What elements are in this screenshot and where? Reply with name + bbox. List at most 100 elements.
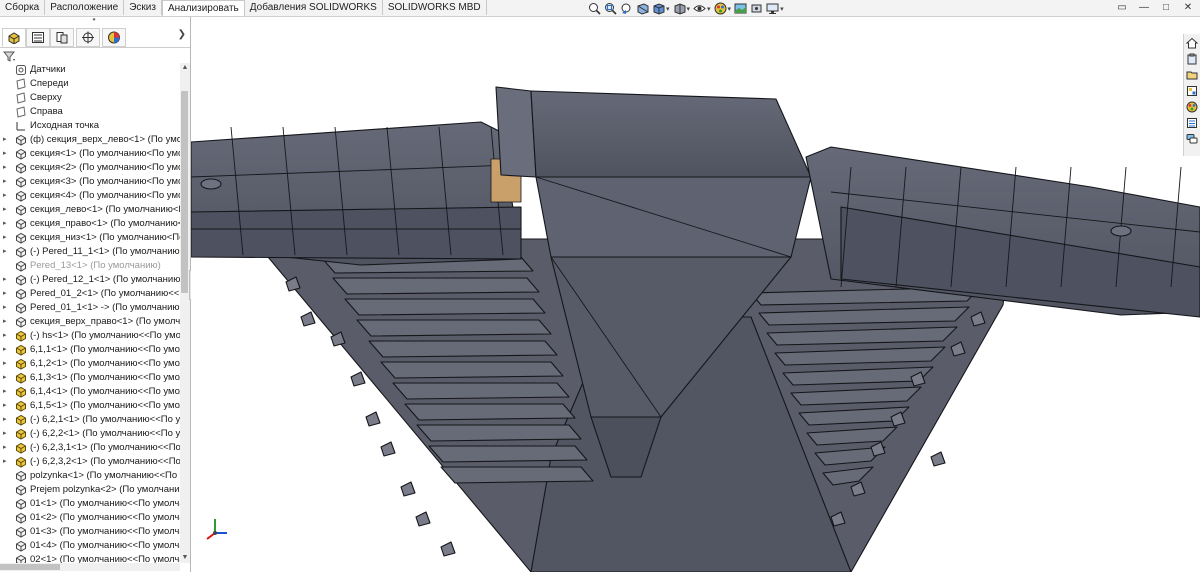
featuremanager-tree-icon[interactable] [2, 28, 26, 47]
tree-item[interactable]: 01<2> (По умолчанию<<По умолчанию> [0, 511, 180, 525]
tree-item[interactable]: ▸ секция_лево<1> (По умолчанию<По умол [0, 203, 180, 217]
expand-arrow-icon[interactable]: ▸ [3, 455, 11, 469]
expand-arrow-icon[interactable]: ▸ [3, 427, 11, 441]
tree-item[interactable]: ▸ 6,1,4<1> (По умолчанию<<По умолчани [0, 385, 180, 399]
tree-item[interactable]: ▸ 6,1,2<1> (По умолчанию<<По умолчани [0, 357, 180, 371]
tree-item[interactable]: Исходная точка [0, 119, 180, 133]
tree-item[interactable]: Сверху [0, 91, 180, 105]
tree-item[interactable]: ▸ (-) 6,2,3,2<1> (По умолчанию<<По умол [0, 455, 180, 469]
apply-scene-icon[interactable] [734, 2, 747, 15]
expand-arrow-icon[interactable]: ▸ [3, 273, 11, 287]
tree-item[interactable]: ▸ 6,1,3<1> (По умолчанию<<По умолчани [0, 371, 180, 385]
home-icon[interactable] [1186, 37, 1198, 49]
tree-item[interactable]: ▸ (-) 6,2,2<1> (По умолчанию<<По умолча [0, 427, 180, 441]
dropdown-caret-icon[interactable]: ▾ [687, 5, 691, 13]
command-tab[interactable]: Расположение [45, 0, 125, 15]
restore-window-icon[interactable]: ▭ [1116, 2, 1128, 14]
edit-appearance-icon[interactable] [714, 2, 727, 15]
command-tab[interactable]: Эскиз [124, 0, 162, 15]
tree-item[interactable]: ▸ (-) Pered_11_1<1> (По умолчанию<<По ум [0, 245, 180, 259]
close-icon[interactable]: ✕ [1182, 2, 1194, 14]
expand-arrow-icon[interactable]: ▸ [3, 399, 11, 413]
graphics-area[interactable] [191, 17, 1200, 572]
tree-item[interactable]: Prejem polzynka<2> (По умолчанию<<По [0, 483, 180, 497]
tree-horizontal-scrollbar[interactable] [0, 563, 180, 571]
panel-tabs-more-icon[interactable]: ❯ [178, 29, 186, 40]
view-orientation-icon[interactable] [652, 2, 665, 15]
tree-item[interactable]: ▸ (ф) секция_верх_лево<1> (По умолчанию [0, 133, 180, 147]
expand-arrow-icon[interactable]: ▸ [3, 231, 11, 245]
zoom-to-area-icon[interactable] [604, 2, 617, 15]
filter-icon[interactable] [3, 50, 16, 63]
propertymanager-icon[interactable] [26, 28, 50, 47]
expand-arrow-icon[interactable]: ▸ [3, 329, 11, 343]
view-palette-icon[interactable] [1186, 85, 1198, 97]
tree-item[interactable]: Спереди [0, 77, 180, 91]
tree-item[interactable]: polzynka<1> (По умолчанию<<По умолча [0, 469, 180, 483]
horizontal-scrollbar-thumb[interactable] [0, 564, 60, 570]
expand-arrow-icon[interactable]: ▸ [3, 343, 11, 357]
tree-item[interactable]: ▸ (-) hs<1> (По умолчанию<<По умолчани [0, 329, 180, 343]
expand-arrow-icon[interactable]: ▸ [3, 315, 11, 329]
assembly-model-view[interactable] [191, 17, 1200, 572]
tree-item[interactable]: ▸ секция<3> (По умолчанию<По умолчани [0, 175, 180, 189]
minimize-icon[interactable]: — [1138, 2, 1150, 14]
maximize-icon[interactable]: □ [1160, 2, 1172, 14]
tree-item[interactable]: ▸ секция_верх_право<1> (По умолчанию<Г [0, 315, 180, 329]
section-view-icon[interactable] [636, 2, 649, 15]
expand-arrow-icon[interactable]: ▸ [3, 357, 11, 371]
tree-item[interactable]: ▸ Pered_01_2<1> (По умолчанию<<По умо [0, 287, 180, 301]
tree-item[interactable]: ▸ Pered_01_1<1> -> (По умолчанию<<По ум [0, 301, 180, 315]
tree-item[interactable]: Датчики [0, 63, 180, 77]
tree-item[interactable]: Pered_13<1> (По умолчанию) [0, 259, 180, 273]
expand-arrow-icon[interactable]: ▸ [3, 217, 11, 231]
tree-item[interactable]: ▸ секция<2> (По умолчанию<По умолчани [0, 161, 180, 175]
display-monitor-icon[interactable] [766, 2, 779, 15]
expand-arrow-icon[interactable]: ▸ [3, 301, 11, 315]
configurationmanager-icon[interactable] [50, 28, 74, 47]
dropdown-caret-icon[interactable]: ▾ [707, 5, 711, 13]
expand-arrow-icon[interactable]: ▸ [3, 287, 11, 301]
tree-item[interactable]: ▸ 6,1,1<1> (По умолчанию<<По умолчани [0, 343, 180, 357]
previous-view-icon[interactable] [620, 2, 633, 15]
tree-item[interactable]: ▸ (-) 6,2,1<1> (По умолчанию<<По умолча [0, 413, 180, 427]
tree-item[interactable]: Справа [0, 105, 180, 119]
tree-item[interactable]: ▸ секция_низ<1> (По умолчанию<По умолч [0, 231, 180, 245]
expand-arrow-icon[interactable]: ▸ [3, 245, 11, 259]
tree-item[interactable]: 01<4> (По умолчанию<<По умолчанию> [0, 539, 180, 553]
tree-item[interactable]: 01<1> (По умолчанию<<По умолчанию> [0, 497, 180, 511]
tree-item[interactable]: 02<1> (По умолчанию<<По умолчанию> [0, 553, 180, 563]
tree-item[interactable]: 01<3> (По умолчанию<<По умолчанию> [0, 525, 180, 539]
scroll-up-icon[interactable]: ▲ [181, 64, 189, 72]
solidworks-forum-icon[interactable] [1186, 133, 1198, 145]
design-library-icon[interactable] [1186, 53, 1198, 65]
expand-arrow-icon[interactable]: ▸ [3, 161, 11, 175]
dimxpertmanager-icon[interactable] [76, 28, 100, 47]
expand-arrow-icon[interactable]: ▸ [3, 441, 11, 455]
expand-arrow-icon[interactable]: ▸ [3, 133, 11, 147]
tree-item[interactable]: ▸ (-) 6,2,3,1<1> (По умолчанию<<По умол [0, 441, 180, 455]
zoom-to-fit-icon[interactable] [588, 2, 601, 15]
dropdown-caret-icon[interactable]: ▾ [728, 5, 732, 13]
dropdown-caret-icon[interactable]: ▾ [666, 5, 670, 13]
displaymanager-icon[interactable] [102, 28, 126, 47]
tree-item[interactable]: ▸ секция<1> (По умолчанию<По умолчани [0, 147, 180, 161]
command-tab[interactable]: Добавления SOLIDWORKS [244, 0, 383, 15]
custom-properties-icon[interactable] [1186, 117, 1198, 129]
display-style-icon[interactable] [673, 2, 686, 15]
expand-arrow-icon[interactable]: ▸ [3, 203, 11, 217]
file-explorer-icon[interactable] [1186, 69, 1198, 81]
command-tab[interactable]: Сборка [0, 0, 46, 15]
scroll-down-icon[interactable]: ▼ [181, 554, 189, 562]
expand-arrow-icon[interactable]: ▸ [3, 385, 11, 399]
tree-item[interactable]: ▸ (-) Pered_12_1<1> (По умолчанию<<По ум [0, 273, 180, 287]
command-tab[interactable]: Анализировать [161, 0, 245, 16]
view-settings-icon[interactable] [750, 2, 763, 15]
tree-item[interactable]: ▸ секция<4> (По умолчанию<По умолчани [0, 189, 180, 203]
expand-arrow-icon[interactable]: ▸ [3, 413, 11, 427]
expand-arrow-icon[interactable]: ▸ [3, 189, 11, 203]
expand-arrow-icon[interactable]: ▸ [3, 147, 11, 161]
hide-show-items-icon[interactable] [693, 2, 706, 15]
tree-item[interactable]: ▸ 6,1,5<1> (По умолчанию<<По умолчани [0, 399, 180, 413]
expand-arrow-icon[interactable]: ▸ [3, 175, 11, 189]
